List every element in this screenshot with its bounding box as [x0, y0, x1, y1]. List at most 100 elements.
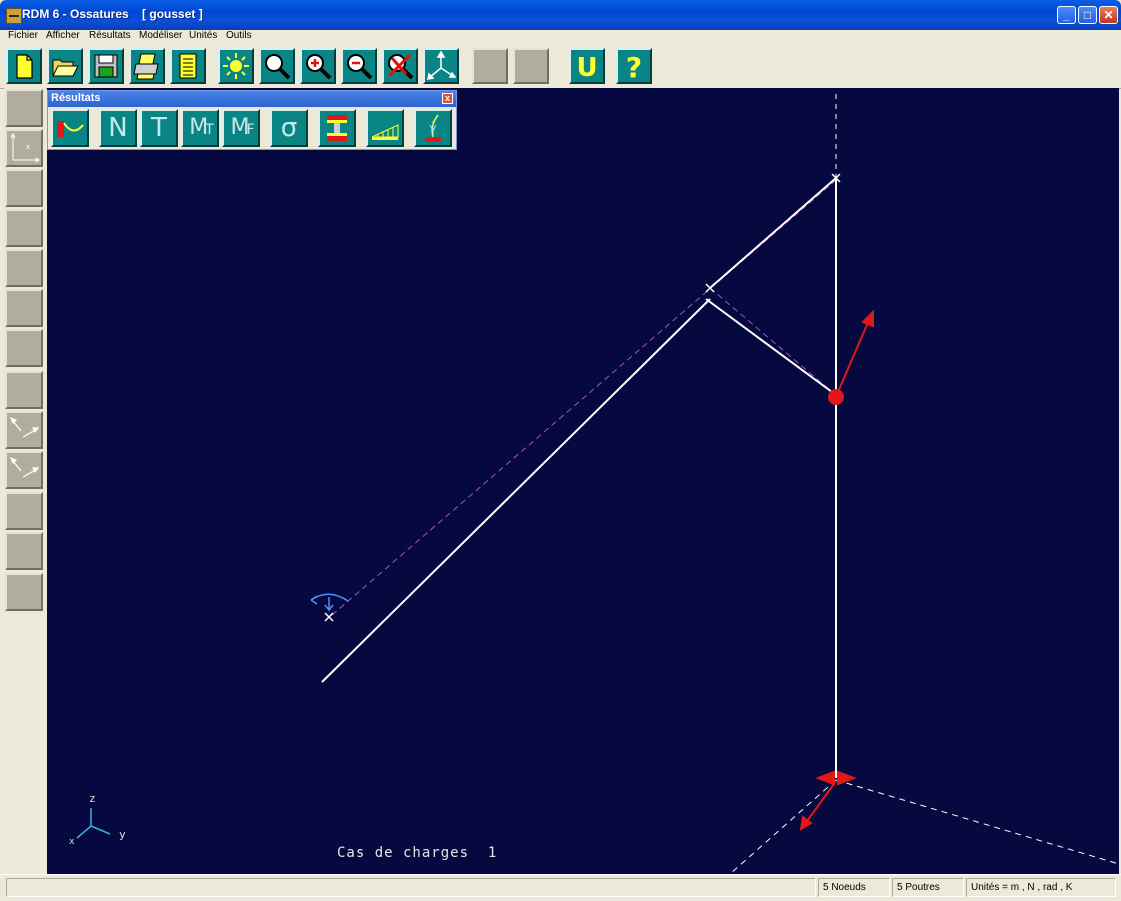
- close-button[interactable]: ✕: [1099, 6, 1118, 24]
- notepad-button[interactable]: [170, 48, 206, 84]
- app-icon[interactable]: [6, 8, 22, 24]
- model-canvas[interactable]: z y x Cas de charges 1: [47, 88, 1119, 874]
- menu-resultats[interactable]: Résultats: [89, 30, 131, 42]
- node-gusset[interactable]: [705, 283, 715, 293]
- help-icon: ?: [626, 51, 642, 82]
- load-case-label: Cas de charges 1: [337, 845, 498, 861]
- light-button[interactable]: [218, 48, 254, 84]
- ground-guide-left: [729, 779, 837, 874]
- open-button[interactable]: [47, 48, 83, 84]
- minimize-icon: _: [1063, 8, 1070, 22]
- left-button-7[interactable]: [5, 329, 43, 367]
- zoom-out-button[interactable]: [341, 48, 377, 84]
- units-button[interactable]: U: [569, 48, 605, 84]
- axes-3d-icon: [427, 50, 457, 80]
- left-button-11[interactable]: [5, 492, 43, 530]
- left-button-5[interactable]: [5, 249, 43, 287]
- frame-model: [76, 94, 1119, 874]
- normal-force-button[interactable]: N: [99, 109, 137, 147]
- zoom-in-icon: [306, 54, 332, 80]
- magnify-icon: [265, 54, 291, 80]
- menu-modeliser[interactable]: Modéliser: [139, 30, 182, 42]
- left-button-3[interactable]: [5, 169, 43, 207]
- bending-moment-button[interactable]: MF: [222, 109, 260, 147]
- status-message: [6, 878, 816, 897]
- fixed-support: [799, 770, 857, 831]
- deformed-beam-2: [709, 287, 838, 397]
- notepad-icon: [179, 53, 197, 79]
- zoom-window-button[interactable]: [259, 48, 295, 84]
- blank-button-1[interactable]: [472, 48, 508, 84]
- menu-unites[interactable]: Unités: [189, 30, 217, 42]
- section-stress-button[interactable]: [318, 109, 356, 147]
- status-beams: 5 Poutres: [892, 878, 964, 897]
- deformed-shape-button[interactable]: [51, 109, 89, 147]
- left-button-12[interactable]: [5, 532, 43, 570]
- load-bars-icon: [371, 124, 399, 140]
- results-palette: Résultats x N T MT MF σ: [47, 90, 457, 150]
- left-button-6[interactable]: [5, 289, 43, 327]
- hinge-support: [310, 593, 349, 612]
- ground-guide-right: [835, 779, 1119, 865]
- stress-button[interactable]: σ: [270, 109, 308, 147]
- axis-label-y: y: [119, 828, 126, 841]
- torsion-moment-button[interactable]: MT: [181, 109, 219, 147]
- left-button-arrows-2[interactable]: [5, 451, 43, 489]
- section-stress-icon: [327, 115, 347, 141]
- reaction-button[interactable]: [414, 109, 452, 147]
- title-bar: RDM 6 - Ossatures [ gousset ] _ □ ✕: [0, 0, 1121, 30]
- svg-text:?: ?: [626, 51, 642, 82]
- node-support-left[interactable]: [324, 612, 334, 622]
- stress-label: σ: [280, 113, 298, 143]
- force-arrow: [837, 309, 874, 393]
- axis-frame-icon: x: [10, 132, 41, 163]
- minimize-button[interactable]: _: [1057, 6, 1076, 24]
- bending-moment-label: MF: [230, 115, 254, 140]
- left-button-8[interactable]: [5, 371, 43, 409]
- left-button-13[interactable]: [5, 573, 43, 611]
- axes-button[interactable]: [423, 48, 459, 84]
- help-button[interactable]: ?: [616, 48, 652, 84]
- left-toolbar: x: [4, 88, 46, 874]
- global-axes-icon: [76, 808, 111, 839]
- menu-fichier[interactable]: Fichier: [8, 30, 38, 42]
- zoom-in-button[interactable]: [300, 48, 336, 84]
- menu-afficher[interactable]: Afficher: [46, 30, 80, 42]
- save-button[interactable]: [88, 48, 124, 84]
- menu-outils[interactable]: Outils: [226, 30, 252, 42]
- open-folder-icon: [52, 59, 79, 77]
- reaction-icon: [425, 114, 441, 142]
- deformed-shape-icon: [57, 121, 84, 137]
- maximize-button[interactable]: □: [1078, 6, 1097, 24]
- left-button-arrows-1[interactable]: [5, 411, 43, 449]
- blank-button-2[interactable]: [513, 48, 549, 84]
- beam-gusset-2: [705, 298, 837, 396]
- load-bars-button[interactable]: [366, 109, 404, 147]
- zoom-reset-button[interactable]: [382, 48, 418, 84]
- menu-bar: Fichier Afficher Résultats Modéliser Uni…: [0, 30, 1121, 44]
- normal-force-label: N: [108, 113, 128, 143]
- main-toolbar: U ?: [0, 44, 1121, 89]
- arrows-icon: [9, 456, 40, 478]
- axis-label-z: z: [89, 792, 96, 805]
- left-button-frame[interactable]: x: [5, 129, 43, 167]
- print-button[interactable]: [129, 48, 165, 84]
- new-button[interactable]: [6, 48, 42, 84]
- beam-inclined: [321, 298, 711, 683]
- zoom-out-icon: [347, 54, 373, 80]
- status-nodes: 5 Noeuds: [818, 878, 890, 897]
- left-button-4[interactable]: [5, 209, 43, 247]
- sun-icon: [223, 53, 249, 79]
- beam-gusset-1: [709, 177, 837, 289]
- axis-label-x: x: [69, 837, 75, 847]
- left-button-1[interactable]: [5, 89, 43, 127]
- torsion-moment-label: MT: [189, 115, 213, 140]
- results-palette-close[interactable]: x: [442, 93, 453, 104]
- close-icon: ✕: [1103, 8, 1114, 22]
- shear-force-button[interactable]: T: [140, 109, 178, 147]
- loaded-node[interactable]: [828, 389, 844, 405]
- maximize-icon: □: [1083, 8, 1092, 22]
- results-palette-header[interactable]: Résultats x: [48, 91, 456, 107]
- window-title: RDM 6 - Ossatures [ gousset ]: [22, 7, 203, 21]
- u-icon: U: [576, 53, 597, 82]
